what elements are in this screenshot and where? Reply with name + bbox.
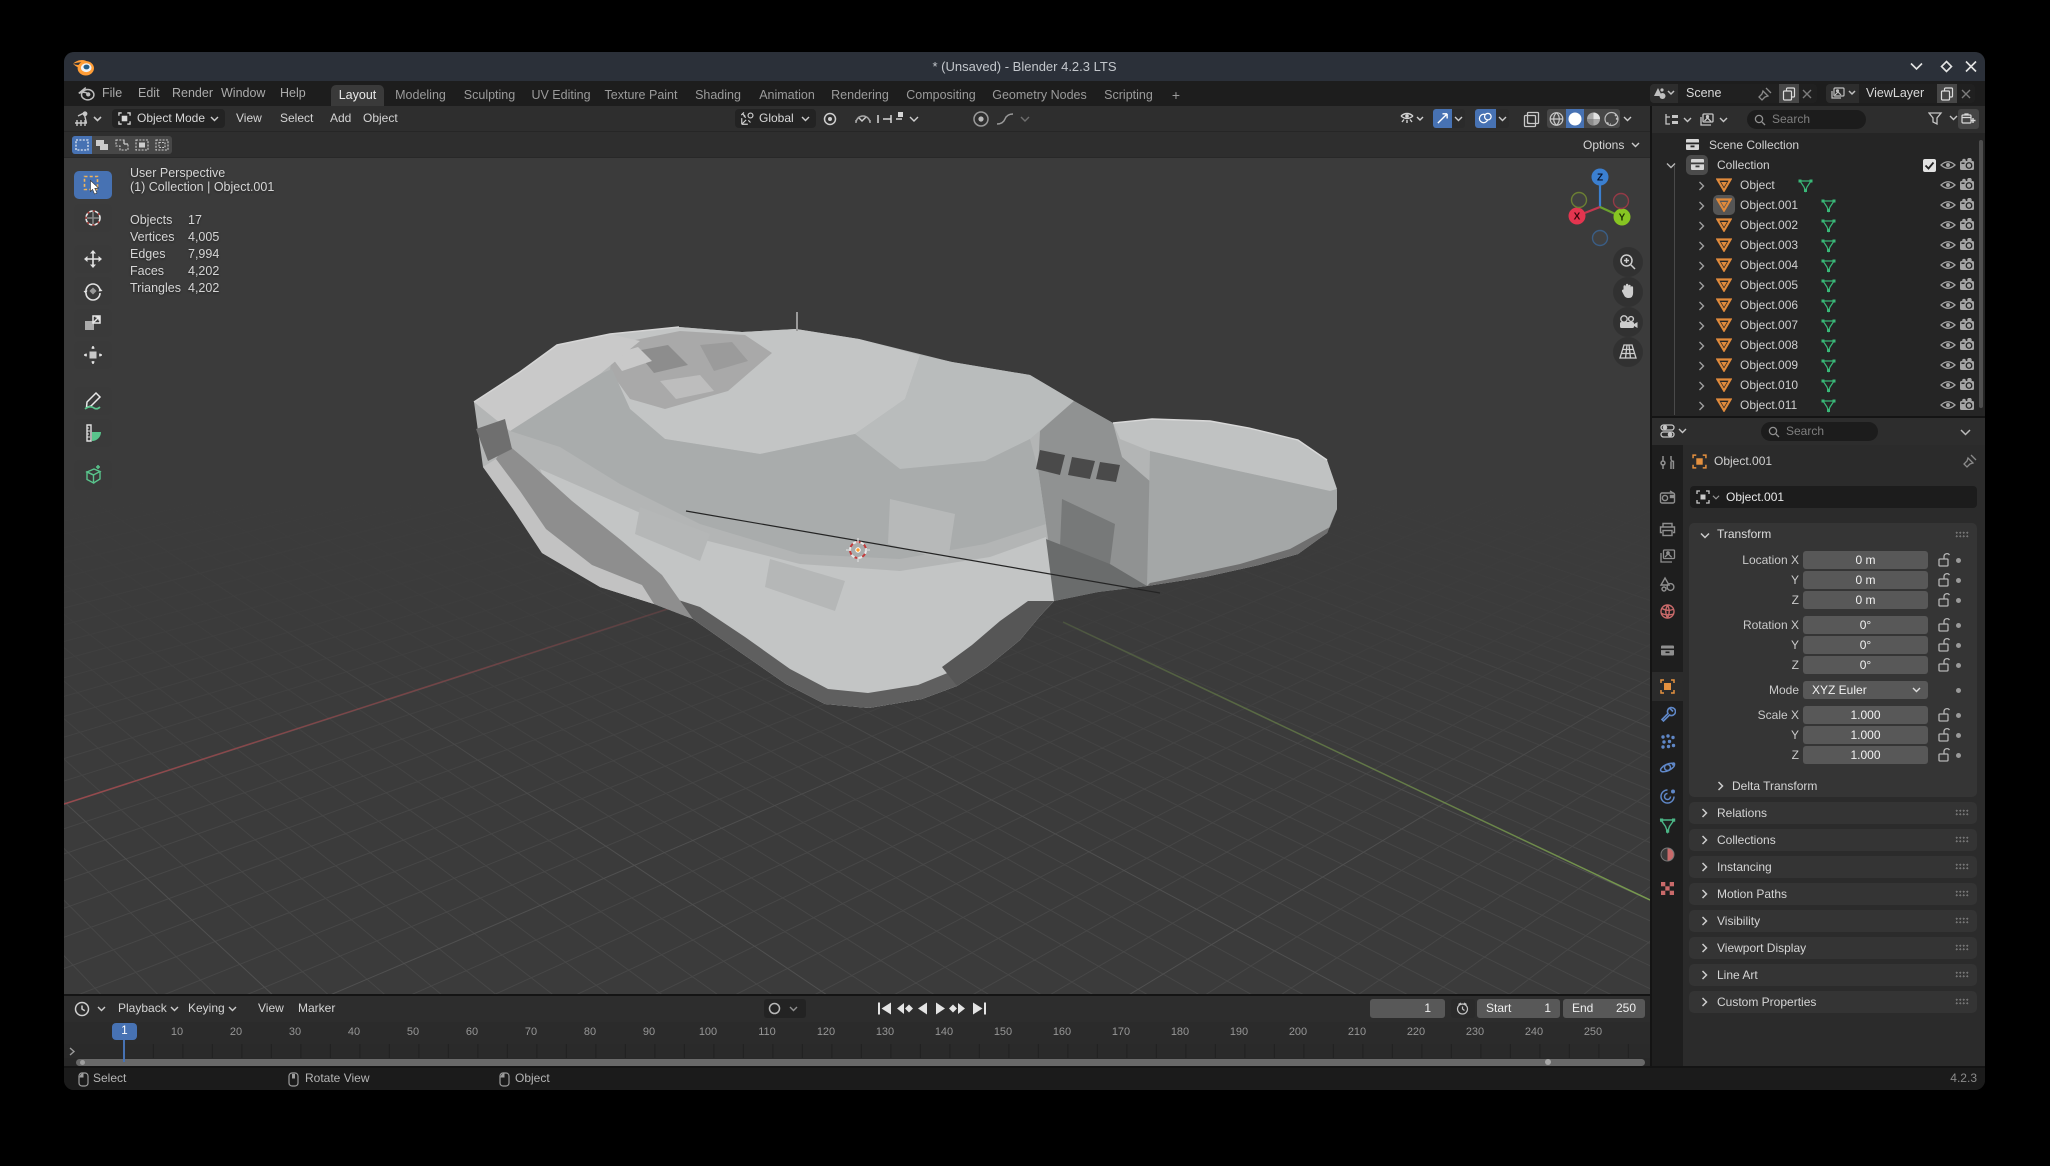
svg-text:Z: Z [1597,173,1603,184]
svg-text:Y: Y [1619,213,1626,224]
svg-text:X: X [1574,212,1581,223]
